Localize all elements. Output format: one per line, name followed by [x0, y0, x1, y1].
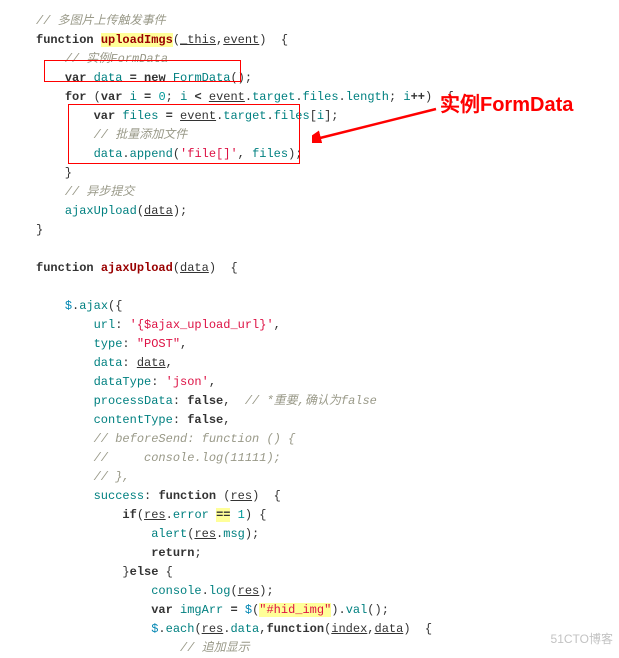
- num-0: 0: [158, 90, 165, 104]
- bool-false: false: [187, 413, 223, 427]
- num-1: 1: [238, 508, 245, 522]
- param-data: data: [180, 261, 209, 275]
- comment-line: // },: [94, 470, 130, 484]
- prop-msg: msg: [223, 527, 245, 541]
- prop-files: files: [274, 109, 310, 123]
- key-processData: processData: [94, 394, 173, 408]
- var-data: data: [94, 71, 123, 85]
- var-i: i: [180, 90, 187, 104]
- ref-event: event: [209, 90, 245, 104]
- prop-data: data: [230, 622, 259, 636]
- prop-target: target: [223, 109, 266, 123]
- type-FormData: FormData: [173, 71, 231, 85]
- keyword-else: else: [130, 565, 159, 579]
- comment-line: // 追加显示: [180, 641, 250, 655]
- obj-console: console: [151, 584, 201, 598]
- keyword-function: function: [158, 489, 216, 503]
- call-ajaxUpload: ajaxUpload: [65, 204, 137, 218]
- ref-event: event: [180, 109, 216, 123]
- ref-res: res: [202, 622, 224, 636]
- jquery-dollar: $: [151, 622, 158, 636]
- ref-res: res: [194, 527, 216, 541]
- key-url: url: [94, 318, 116, 332]
- prop-target: target: [252, 90, 295, 104]
- param-event: event: [223, 33, 259, 47]
- var-data: data: [94, 147, 123, 161]
- var-i: i: [130, 90, 137, 104]
- method-append: append: [130, 147, 173, 161]
- comment-line: // *重要,确认为false: [245, 394, 377, 408]
- method-val: val: [346, 603, 368, 617]
- keyword-var: var: [65, 71, 87, 85]
- string-ajaxurl: '{$ajax_upload_url}': [130, 318, 274, 332]
- keyword-return: return: [151, 546, 194, 560]
- param-res: res: [230, 489, 252, 503]
- param-data: data: [375, 622, 404, 636]
- var-imgArr: imgArr: [180, 603, 223, 617]
- string-post: "POST": [137, 337, 180, 351]
- fn-ajaxUpload: ajaxUpload: [101, 261, 173, 275]
- key-data: data: [94, 356, 123, 370]
- arg-data: data: [144, 204, 173, 218]
- jquery-dollar: $: [65, 299, 72, 313]
- keyword-function: function: [36, 33, 94, 47]
- key-type: type: [94, 337, 123, 351]
- var-files: files: [122, 109, 158, 123]
- ref-res: res: [238, 584, 260, 598]
- method-ajax: ajax: [79, 299, 108, 313]
- code-block: // 多图片上传触发事件 function uploadImgs(_this,e…: [36, 14, 454, 655]
- keyword-var: var: [101, 90, 123, 104]
- string-filearr: 'file[]': [180, 147, 238, 161]
- keyword-function: function: [36, 261, 94, 275]
- keyword-if: if: [122, 508, 136, 522]
- keyword-function: function: [266, 622, 324, 636]
- method-each: each: [166, 622, 195, 636]
- comment-line: // 异步提交: [65, 185, 135, 199]
- watermark: 51CTO博客: [551, 630, 613, 649]
- annotation-label: 实例FormData: [440, 96, 573, 115]
- comment-line: // 批量添加文件: [94, 128, 188, 142]
- var-files: files: [252, 147, 288, 161]
- param-index: index: [331, 622, 367, 636]
- keyword-for: for: [65, 90, 87, 104]
- ref-res: res: [144, 508, 166, 522]
- method-log: log: [209, 584, 231, 598]
- keyword-var: var: [151, 603, 173, 617]
- keyword-new: new: [144, 71, 166, 85]
- var-i: i: [317, 109, 324, 123]
- op-equals: ==: [216, 508, 230, 522]
- ref-data: data: [137, 356, 166, 370]
- key-contentType: contentType: [94, 413, 173, 427]
- jquery-dollar: $: [245, 603, 252, 617]
- bool-false: false: [187, 394, 223, 408]
- prop-files: files: [303, 90, 339, 104]
- comment-line: // console.log(11111);: [94, 451, 281, 465]
- call-alert: alert: [151, 527, 187, 541]
- comment-line: // 实例FormData: [65, 52, 168, 66]
- keyword-var: var: [94, 109, 116, 123]
- key-dataType: dataType: [94, 375, 152, 389]
- key-success: success: [94, 489, 144, 503]
- string-hidimg: "#hid_img": [259, 603, 331, 617]
- fn-uploadImgs: uploadImgs: [101, 33, 173, 47]
- prop-length: length: [346, 90, 389, 104]
- param-this: _this: [180, 33, 216, 47]
- comment-line: // beforeSend: function () {: [94, 432, 296, 446]
- var-i: i: [403, 90, 410, 104]
- prop-error: error: [173, 508, 209, 522]
- string-json: 'json': [166, 375, 209, 389]
- comment-line: // 多图片上传触发事件: [36, 14, 166, 28]
